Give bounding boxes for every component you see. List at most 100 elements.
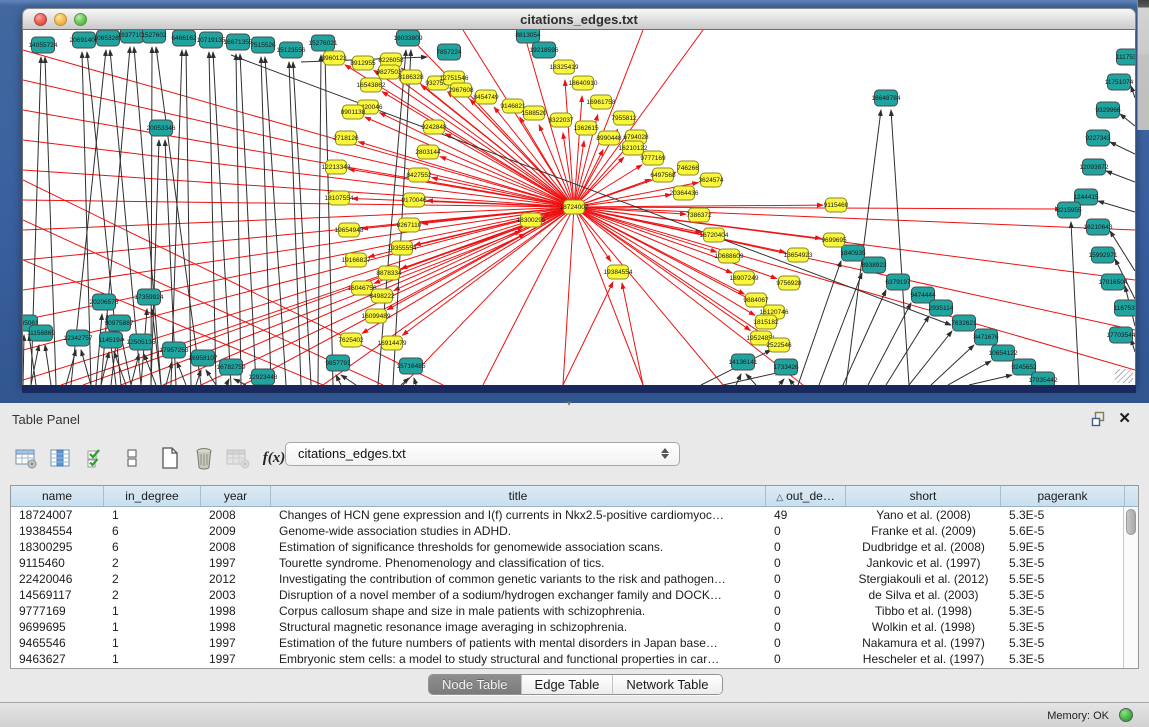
graph-node[interactable]: 18300295: [517, 213, 546, 227]
graph-edge[interactable]: [574, 195, 671, 207]
column-header-year[interactable]: year: [201, 486, 271, 506]
table-row[interactable]: 977716911998Corpus callosum shape and si…: [11, 603, 1138, 619]
graph-node[interactable]: 1145194: [99, 332, 124, 348]
graph-edge[interactable]: [236, 54, 241, 385]
graph-edge[interactable]: [622, 283, 643, 385]
graph-edge[interactable]: [886, 316, 929, 385]
graph-node[interactable]: 13654923: [784, 248, 813, 262]
graph-node[interactable]: 18107554: [325, 191, 354, 205]
graph-node[interactable]: 8471676: [973, 329, 999, 345]
network-canvas[interactable]: 1405572420691406106532671937710415276026…: [22, 30, 1136, 385]
graph-node[interactable]: 16720404: [700, 228, 729, 242]
graph-node[interactable]: 11751074: [1105, 74, 1134, 90]
citation-network-graph[interactable]: 1405572420691406106532671937710415276026…: [23, 30, 1135, 385]
graph-edge[interactable]: [131, 354, 139, 385]
graph-edge[interactable]: [1071, 222, 1079, 385]
graph-node[interactable]: 15992971: [1089, 247, 1118, 263]
graph-edge[interactable]: [563, 207, 574, 385]
graph-node[interactable]: 15716485: [397, 358, 426, 374]
graph-edge[interactable]: [45, 345, 51, 385]
graph-edge[interactable]: [81, 350, 91, 385]
graph-node[interactable]: 9329966: [1095, 102, 1121, 118]
graph-node[interactable]: 16961758: [587, 95, 616, 109]
graph-node[interactable]: 9756928: [776, 276, 802, 290]
graph-node[interactable]: 2522546: [766, 338, 792, 352]
graph-edge[interactable]: [931, 345, 974, 385]
graph-node[interactable]: 17957253: [160, 342, 189, 358]
graph-edge[interactable]: [1110, 142, 1135, 154]
graph-node[interactable]: 8813054: [515, 30, 541, 43]
table-row[interactable]: 1830029562008Estimation of significance …: [11, 539, 1138, 555]
graph-node[interactable]: 8960123: [321, 51, 347, 65]
graph-node[interactable]: 16543862: [357, 78, 386, 92]
column-header-short[interactable]: short: [846, 486, 1001, 506]
graph-edge[interactable]: [61, 227, 523, 385]
graph-edge[interactable]: [23, 207, 574, 290]
graph-node[interactable]: 9227343: [1085, 130, 1111, 146]
graph-node[interactable]: 16958107: [189, 350, 218, 366]
graph-node[interactable]: 18640910: [569, 76, 598, 90]
graph-node[interactable]: 19166827: [342, 253, 371, 267]
import-table-icon[interactable]: [226, 446, 250, 470]
graph-node[interactable]: 17703544: [1107, 327, 1135, 343]
close-panel-icon[interactable]: ✕: [1118, 409, 1131, 427]
graph-node[interactable]: 8498222: [369, 289, 395, 303]
graph-node[interactable]: 18724007: [560, 200, 589, 214]
graph-node[interactable]: 12093872: [1080, 159, 1109, 175]
graph-node[interactable]: 8990448: [596, 131, 622, 145]
table-row[interactable]: 969969511998Structural magnetic resonanc…: [11, 619, 1138, 635]
graph-node[interactable]: 2803144: [415, 145, 441, 159]
graph-node[interactable]: 19218596: [530, 42, 559, 58]
graph-edge[interactable]: [969, 375, 1012, 385]
tab-node-table[interactable]: Node Table: [429, 675, 522, 694]
resize-grip[interactable]: [1115, 369, 1133, 383]
graph-node[interactable]: 1815182: [753, 315, 779, 329]
graph-node[interactable]: 8322037: [548, 113, 574, 127]
graph-edge[interactable]: [144, 354, 156, 385]
table-scrollbar[interactable]: [1123, 507, 1138, 668]
graph-node[interactable]: 8938923: [861, 257, 887, 273]
graph-node[interactable]: 8427552: [406, 168, 432, 182]
graph-node[interactable]: 6497568: [650, 168, 676, 182]
column-header-out_de[interactable]: △out_de…: [766, 486, 846, 506]
tab-network-table[interactable]: Network Table: [613, 675, 721, 694]
splitter-handle-icon[interactable]: ▾: [567, 401, 577, 407]
scrollbar-thumb[interactable]: [1126, 509, 1136, 535]
graph-node[interactable]: 18907249: [730, 271, 759, 285]
graph-node[interactable]: 7625402: [338, 333, 364, 347]
graph-node[interactable]: 1117534: [1116, 49, 1135, 65]
graph-node[interactable]: 20364436: [670, 186, 699, 200]
graph-node[interactable]: 20206576: [90, 294, 119, 310]
graph-node[interactable]: 7515526: [250, 37, 276, 53]
graph-node[interactable]: 16099489: [362, 309, 391, 323]
graph-node[interactable]: 9884067: [743, 293, 769, 307]
graph-edge[interactable]: [723, 372, 781, 385]
delete-table-icon[interactable]: [192, 446, 216, 470]
graph-node[interactable]: 2967608: [448, 83, 474, 97]
table-settings-icon[interactable]: [14, 446, 38, 470]
graph-node[interactable]: 16210643: [1084, 219, 1113, 235]
show-columns-icon[interactable]: [48, 446, 72, 470]
graph-node[interactable]: 8454749: [473, 90, 499, 104]
graph-node[interactable]: 12505135: [127, 334, 156, 350]
graph-node[interactable]: 1588520: [521, 106, 547, 120]
graph-edge[interactable]: [574, 30, 703, 207]
graph-edge[interactable]: [402, 207, 574, 335]
graph-edge[interactable]: [1120, 114, 1135, 126]
graph-node[interactable]: 1362615: [573, 121, 599, 135]
graph-edge[interactable]: [1131, 86, 1135, 98]
new-table-icon[interactable]: [158, 446, 182, 470]
graph-edge[interactable]: [318, 55, 321, 385]
graph-node[interactable]: 12213343: [322, 160, 351, 174]
table-row[interactable]: 2242004622012Investigating the contribut…: [11, 571, 1138, 587]
graph-edge[interactable]: [574, 207, 1135, 280]
graph-edge[interactable]: [177, 362, 186, 385]
table-row[interactable]: 911546021997Tourette syndrome. Phenomeno…: [11, 555, 1138, 571]
graph-edge[interactable]: [151, 47, 152, 385]
graph-node[interactable]: 8215955: [1056, 202, 1082, 218]
graph-edge[interactable]: [156, 47, 201, 385]
graph-node[interactable]: 8878334: [376, 266, 402, 280]
graph-edge[interactable]: [1098, 201, 1135, 212]
graph-edge[interactable]: [231, 55, 951, 325]
graph-edge[interactable]: [23, 50, 574, 207]
